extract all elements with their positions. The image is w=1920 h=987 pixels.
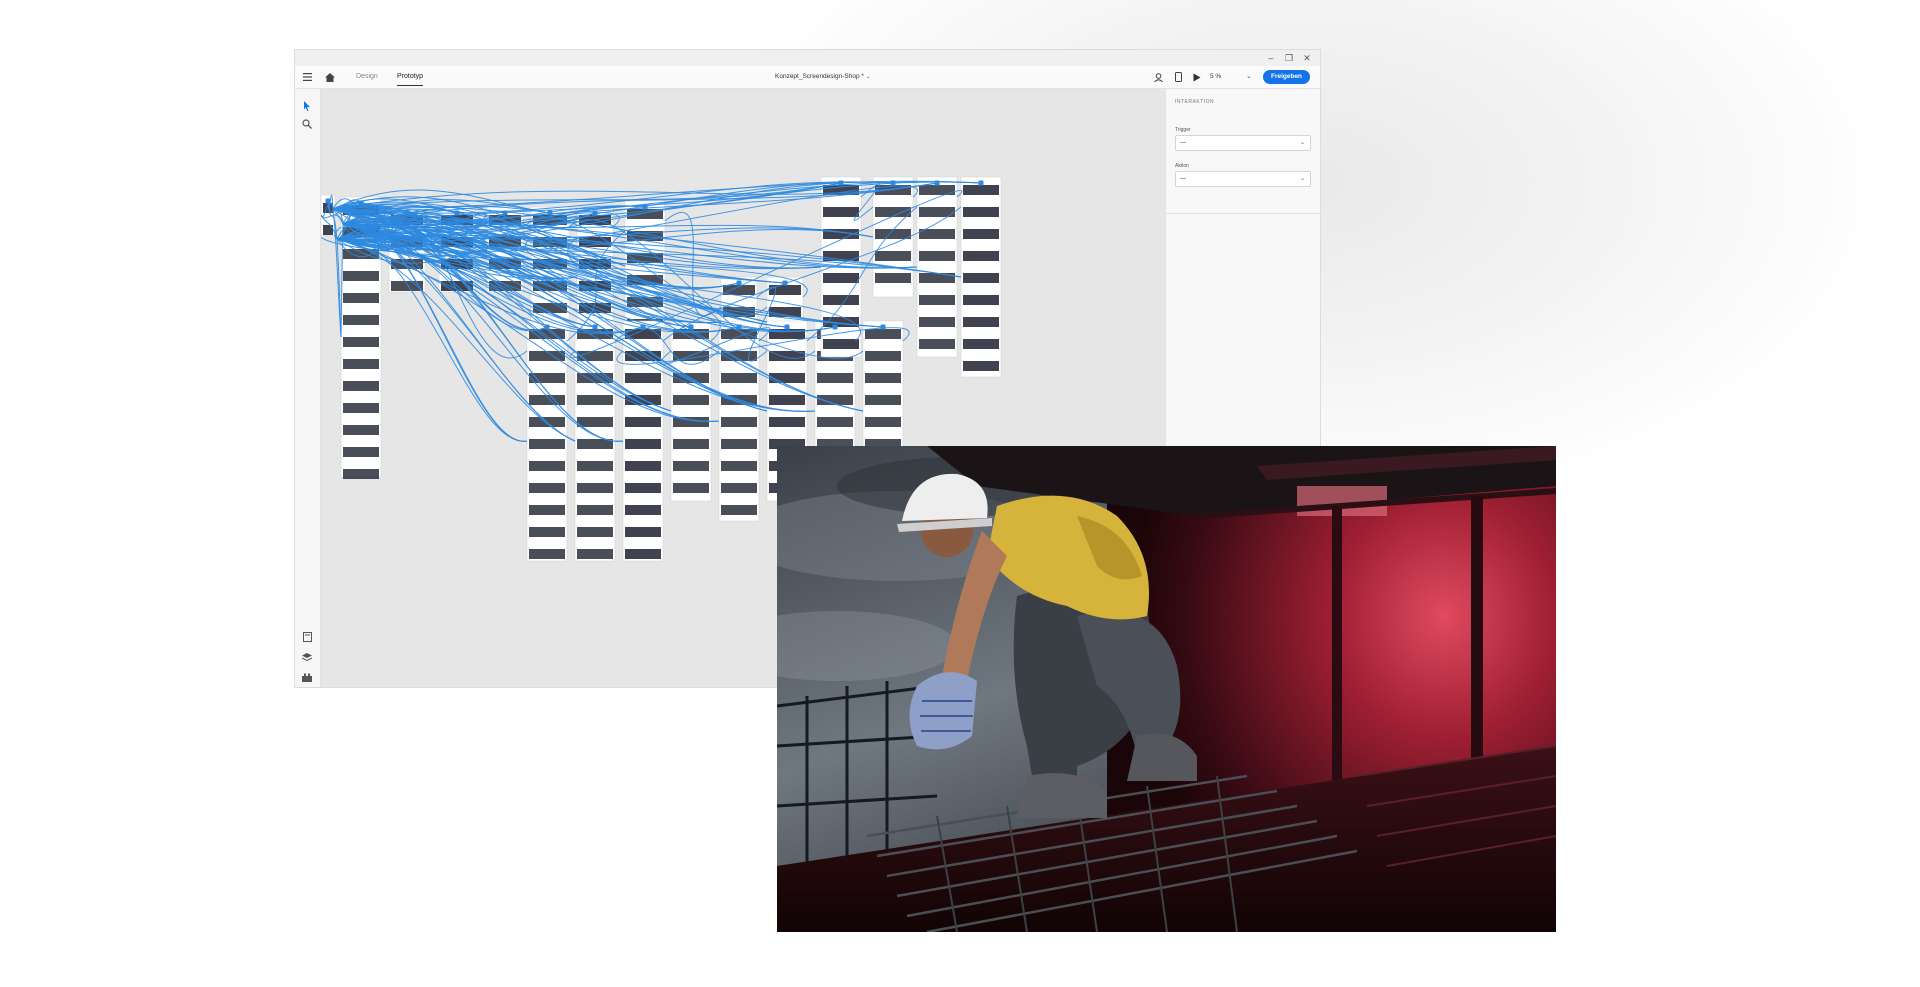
- trigger-value: —: [1180, 140, 1186, 146]
- hamburger-icon[interactable]: [300, 70, 314, 84]
- wire-handle-4[interactable]: [404, 210, 410, 216]
- wire-handle-8[interactable]: [502, 210, 508, 216]
- trigger-select[interactable]: — ⌄: [1175, 135, 1311, 151]
- construction-worker-illustration: [777, 446, 1556, 932]
- wire-handle-24[interactable]: [640, 324, 646, 330]
- magnifier-icon[interactable]: [300, 117, 314, 131]
- trigger-label: Trigger: [1175, 127, 1191, 133]
- title-bar: – ❐ ✕: [295, 50, 1320, 66]
- menu-bar: Design Prototyp Konzept_Screendesign-Sho…: [295, 66, 1320, 89]
- zoom-chevron-icon[interactable]: ⌄: [1246, 66, 1252, 88]
- close-button[interactable]: ✕: [1298, 51, 1316, 65]
- wire-handle-32[interactable]: [832, 324, 838, 330]
- wire-handle-26[interactable]: [688, 324, 694, 330]
- wire-handle-34[interactable]: [880, 324, 886, 330]
- wire-handle-14[interactable]: [642, 204, 648, 210]
- wire-handle-22[interactable]: [592, 324, 598, 330]
- wire-handle-20[interactable]: [544, 324, 550, 330]
- home-icon[interactable]: [323, 70, 337, 84]
- action-value: —: [1180, 176, 1186, 182]
- action-label: Aktion: [1175, 163, 1189, 169]
- wire-handle-0[interactable]: [325, 198, 331, 204]
- document-title[interactable]: Konzept_Screendesign-Shop * ⌄: [775, 66, 871, 88]
- wire-handle-16[interactable]: [736, 280, 742, 286]
- mobile-preview-icon[interactable]: [1171, 70, 1185, 84]
- layers-icon[interactable]: [300, 650, 314, 664]
- chevron-down-icon[interactable]: ⌄: [866, 74, 871, 80]
- user-icon[interactable]: [1151, 70, 1165, 84]
- wire-handle-28[interactable]: [736, 324, 742, 330]
- artboard-20[interactable]: [916, 176, 958, 358]
- inspector-divider: [1166, 213, 1320, 214]
- wire-handle-6[interactable]: [454, 210, 460, 216]
- prototype-wire-47[interactable]: [336, 238, 342, 338]
- inspector-title: INTERAKTION: [1175, 99, 1215, 105]
- wire-handle-30[interactable]: [784, 324, 790, 330]
- zoom-level[interactable]: 5 %: [1210, 66, 1221, 88]
- assets-icon[interactable]: [300, 630, 314, 644]
- wire-handle-18[interactable]: [782, 280, 788, 286]
- share-button[interactable]: Freigeben: [1263, 70, 1310, 84]
- chevron-down-icon: ⌄: [1299, 140, 1305, 146]
- maximize-button[interactable]: ❐: [1280, 51, 1298, 65]
- tab-design[interactable]: Design: [356, 66, 378, 88]
- play-icon[interactable]: [1190, 70, 1204, 84]
- tab-prototyp[interactable]: Prototyp: [397, 66, 424, 88]
- artboard-13[interactable]: [670, 320, 712, 502]
- wire-handle-10[interactable]: [547, 210, 553, 216]
- pointer-icon[interactable]: [300, 99, 314, 113]
- wire-handle-12[interactable]: [592, 210, 598, 216]
- wire-handle-38[interactable]: [890, 180, 896, 186]
- wire-handle-40[interactable]: [934, 180, 940, 186]
- worker-photo: [777, 446, 1556, 932]
- tool-bar: [295, 89, 321, 687]
- wire-handle-42[interactable]: [978, 180, 984, 186]
- wire-handle-2[interactable]: [358, 200, 364, 206]
- plugins-icon[interactable]: [300, 670, 314, 684]
- wire-handle-36[interactable]: [838, 180, 844, 186]
- chevron-down-icon: ⌄: [1299, 176, 1305, 182]
- action-select[interactable]: — ⌄: [1175, 171, 1311, 187]
- minimize-button[interactable]: –: [1262, 51, 1280, 65]
- property-inspector: INTERAKTION Trigger — ⌄ Aktion — ⌄: [1165, 89, 1320, 459]
